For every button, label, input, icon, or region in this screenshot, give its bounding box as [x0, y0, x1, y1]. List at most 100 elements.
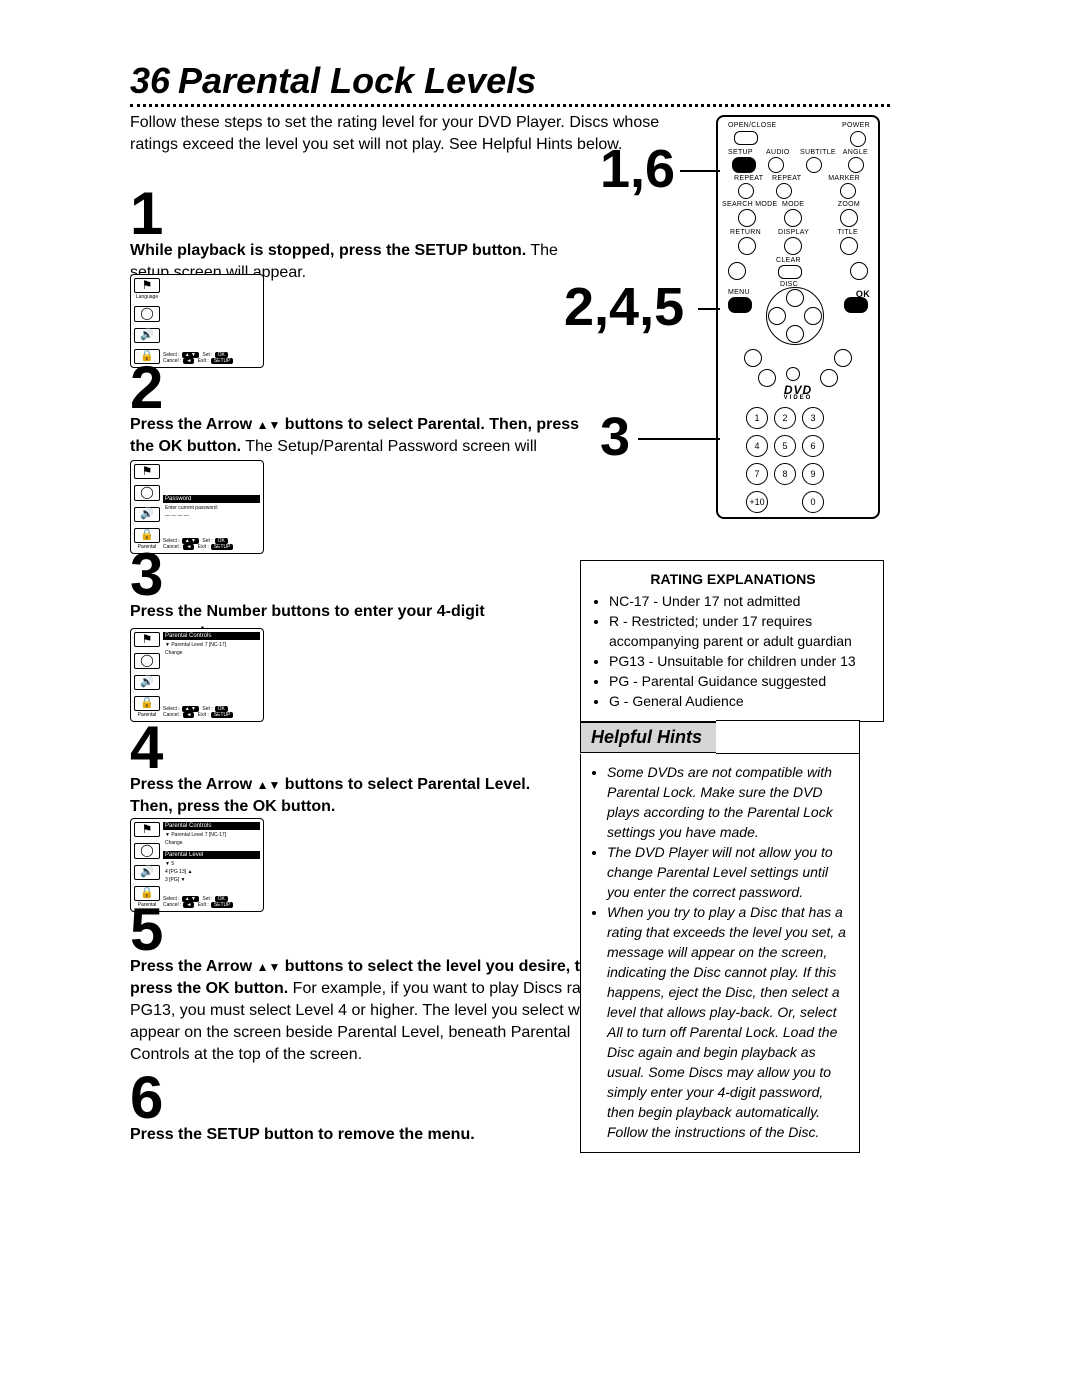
step-4-text: Press the Arrow buttons to select Parent… — [130, 774, 560, 818]
search-mode-button — [738, 209, 756, 227]
numpad: 1 2 3 4 5 6 7 8 9 +10 0 — [746, 407, 824, 513]
power-button — [850, 131, 866, 147]
rating-explanations-title: RATING EXPLANATIONS — [593, 569, 873, 589]
label-repeat-2: REPEAT — [772, 175, 801, 182]
arrow-down-icon — [268, 776, 280, 793]
page-title: Parental Lock Levels — [178, 60, 536, 101]
label-marker: MARKER — [828, 175, 860, 182]
label-title: TITLE — [837, 229, 858, 236]
rating-explanations-list: NC-17 - Under 17 not admitted R - Restri… — [593, 591, 873, 711]
prev-button — [728, 262, 746, 280]
step-5-text: Press the Arrow buttons to select the le… — [130, 956, 610, 1066]
label-angle: ANGLE — [843, 149, 868, 156]
label-clear: CLEAR — [776, 257, 801, 264]
label-zoom: ZOOM — [838, 201, 860, 208]
dotted-rule — [130, 104, 890, 107]
label-search-mode: SEARCH MODE — [722, 201, 777, 208]
label-menu: MENU — [728, 289, 750, 296]
rating-item-r: R - Restricted; under 17 requires accomp… — [609, 611, 873, 651]
arrow-down-button — [786, 325, 804, 343]
rating-item-pg13: PG13 - Unsuitable for children under 13 — [609, 651, 873, 671]
step-4-bold-a: Press the Arrow — [130, 776, 257, 793]
rating-item-nc17: NC-17 - Under 17 not admitted — [609, 591, 873, 611]
subtitle-button — [806, 157, 822, 173]
mode-button — [784, 209, 802, 227]
callout-2-4-5-line — [698, 308, 720, 310]
label-open-close: OPEN/CLOSE — [728, 122, 777, 129]
figure-3-parental-controls: Parental Parental Controls ▼ Parental Le… — [130, 628, 264, 722]
step-2-bold-a: Press the Arrow — [130, 416, 257, 433]
num-2: 2 — [774, 407, 796, 429]
dvd-logo: DVD VIDEO — [718, 383, 878, 401]
remote-illustration: OPEN/CLOSE POWER SETUP AUDIO SUBTITLE AN… — [716, 115, 880, 519]
helpful-hints-title: Helpful Hints — [580, 722, 716, 753]
step-5-number: 5 — [130, 900, 163, 960]
figure-3-banner: Parental Controls — [163, 632, 260, 640]
speaker-icon — [134, 328, 160, 343]
hint-1: Some DVDs are not compatible with Parent… — [607, 762, 849, 842]
step-6-text: Press the SETUP button to remove the men… — [130, 1124, 590, 1146]
figure-4-banner: Parental Controls — [163, 822, 260, 830]
figure-2-banner: Password — [163, 495, 260, 503]
next-button — [850, 262, 868, 280]
step-3-number: 3 — [130, 545, 163, 605]
num-plus10: +10 — [746, 491, 768, 513]
figure-sidebar: Parental — [134, 464, 160, 550]
callout-1-6: 1,6 — [600, 142, 675, 196]
helpful-hints-list: Some DVDs are not compatible with Parent… — [593, 762, 849, 1142]
play-button — [834, 349, 852, 367]
disc-icon — [134, 485, 160, 500]
arrow-up-icon — [257, 958, 269, 975]
figure-3-row2: Change — [163, 649, 260, 657]
hint-3: When you try to play a Disc that has a r… — [607, 902, 849, 1142]
figure-4-sub-banner: Parental Level — [163, 851, 260, 859]
flag-icon — [134, 278, 160, 293]
num-5: 5 — [774, 435, 796, 457]
num-6: 6 — [802, 435, 824, 457]
page-heading: 36Parental Lock Levels — [130, 60, 536, 102]
arrow-right-button — [804, 307, 822, 325]
figure-2-password-screen: Parental Password Enter current password… — [130, 460, 264, 554]
num-7: 7 — [746, 463, 768, 485]
callout-3: 3 — [600, 410, 630, 464]
flag-icon — [134, 632, 160, 647]
repeat-ab-button — [776, 183, 792, 199]
figure-4-level-0: ▼ 5 — [163, 860, 260, 868]
figure-4-row1: ▼ Parental Level 7 [NC-17] — [163, 831, 260, 839]
page-number: 36 — [130, 60, 170, 101]
figure-footer: Select :▲ ▼ Set :OK Cancel :◄ Exit :SETU… — [163, 538, 260, 550]
step-4-number: 4 — [130, 718, 163, 778]
figure-4-level-2: 3 [PG] ▼ — [163, 876, 260, 884]
label-return: RETURN — [730, 229, 761, 236]
label-audio: AUDIO — [766, 149, 790, 156]
rating-item-g: G - General Audience — [609, 691, 873, 711]
label-subtitle: SUBTITLE — [800, 149, 836, 156]
hint-2: The DVD Player will not allow you to cha… — [607, 842, 849, 902]
step-6-number: 6 — [130, 1068, 163, 1128]
figure-3-row1: ▼ Parental Level 7 [NC-17] — [163, 641, 260, 649]
disc-icon — [134, 843, 160, 858]
figure-4-level-1: 4 [PG 13] ▲ — [163, 868, 260, 876]
repeat-button — [738, 183, 754, 199]
helpful-hints-header: Helpful Hints — [580, 720, 860, 754]
step-2-number: 2 — [130, 358, 163, 418]
arrow-down-icon — [268, 416, 280, 433]
callout-1-6-line — [680, 170, 720, 172]
rating-item-pg: PG - Parental Guidance suggested — [609, 671, 873, 691]
intro-text: Follow these steps to set the rating lev… — [130, 112, 670, 156]
flag-icon — [134, 464, 160, 479]
figure-footer: Select :▲ ▼ Set :OK Cancel :◄ Exit :SETU… — [163, 352, 260, 364]
num-0: 0 — [802, 491, 824, 513]
disc-icon — [134, 653, 160, 668]
speaker-icon — [134, 675, 160, 690]
arrow-up-button — [786, 289, 804, 307]
num-4: 4 — [746, 435, 768, 457]
arrow-left-button — [768, 307, 786, 325]
return-button — [738, 237, 756, 255]
zoom-button — [840, 209, 858, 227]
num-1: 1 — [746, 407, 768, 429]
audio-button — [768, 157, 784, 173]
sidebar-label-language: Language — [134, 295, 160, 300]
callout-2-4-5: 2,4,5 — [564, 280, 684, 334]
setup-button — [732, 157, 756, 173]
